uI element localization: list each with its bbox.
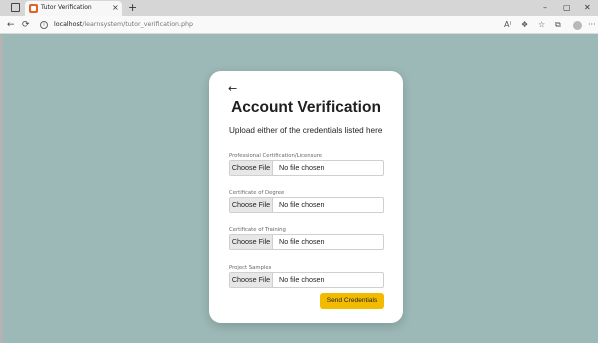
- page-subtitle: Upload either of the credentials listed …: [229, 126, 383, 135]
- url-host: localhost: [54, 21, 83, 28]
- field-label-professional-certification: Professional Certification/Licensure: [229, 153, 323, 159]
- field-label-project-samples: Project Samples: [229, 265, 272, 271]
- refresh-icon[interactable]: ⟳: [22, 19, 30, 31]
- file-status: No file chosen: [279, 200, 325, 209]
- extensions-icon[interactable]: ❖: [521, 20, 528, 30]
- choose-file-button[interactable]: Choose File: [230, 235, 273, 249]
- back-arrow-icon[interactable]: ←: [228, 83, 237, 95]
- field-label-certificate-of-training: Certificate of Training: [229, 227, 286, 233]
- tab-favicon-icon: [29, 4, 38, 13]
- read-aloud-icon[interactable]: A⁾: [504, 20, 511, 30]
- file-input-project-samples[interactable]: Choose File No file chosen: [229, 272, 384, 288]
- window-edge: [0, 35, 3, 343]
- send-credentials-button[interactable]: Send Credentials: [320, 293, 384, 309]
- more-icon[interactable]: ···: [588, 20, 596, 30]
- info-icon[interactable]: i: [40, 21, 48, 29]
- file-status: No file chosen: [279, 163, 325, 172]
- tab-title: Tutor Verification: [41, 4, 92, 11]
- window-menu-icon[interactable]: [11, 3, 20, 12]
- choose-file-button[interactable]: Choose File: [230, 273, 273, 287]
- file-input-certificate-of-degree[interactable]: Choose File No file chosen: [229, 197, 384, 213]
- file-input-certificate-of-training[interactable]: Choose File No file chosen: [229, 234, 384, 250]
- verification-card: ← Account Verification Upload either of …: [209, 71, 403, 323]
- choose-file-button[interactable]: Choose File: [230, 198, 273, 212]
- page-title: Account Verification: [231, 99, 381, 116]
- choose-file-button[interactable]: Choose File: [230, 161, 273, 175]
- file-input-professional-certification[interactable]: Choose File No file chosen: [229, 160, 384, 176]
- maximize-icon[interactable]: ▢: [563, 2, 571, 13]
- field-label-certificate-of-degree: Certificate of Degree: [229, 190, 285, 196]
- close-window-icon[interactable]: ✕: [584, 2, 591, 13]
- new-tab-button[interactable]: +: [128, 0, 137, 15]
- browser-tab[interactable]: Tutor Verification ×: [25, 1, 122, 16]
- collections-icon[interactable]: ⧉: [555, 20, 561, 30]
- file-status: No file chosen: [279, 237, 325, 246]
- url-path: /learnsystem/tutor_verification.php: [82, 21, 194, 28]
- file-status: No file chosen: [279, 275, 325, 284]
- profile-icon[interactable]: [573, 21, 582, 30]
- address-bar: ← ⟳ i localhost/learnsystem/tutor_verifi…: [0, 16, 598, 34]
- favorites-icon[interactable]: ☆: [538, 20, 545, 30]
- browser-tab-bar: Tutor Verification × + – ▢ ✕: [0, 0, 598, 16]
- url-field[interactable]: localhost/learnsystem/tutor_verification…: [54, 20, 193, 30]
- tab-close-icon[interactable]: ×: [112, 3, 119, 13]
- minimize-icon[interactable]: –: [543, 2, 547, 13]
- back-arrow-icon[interactable]: ←: [7, 19, 15, 31]
